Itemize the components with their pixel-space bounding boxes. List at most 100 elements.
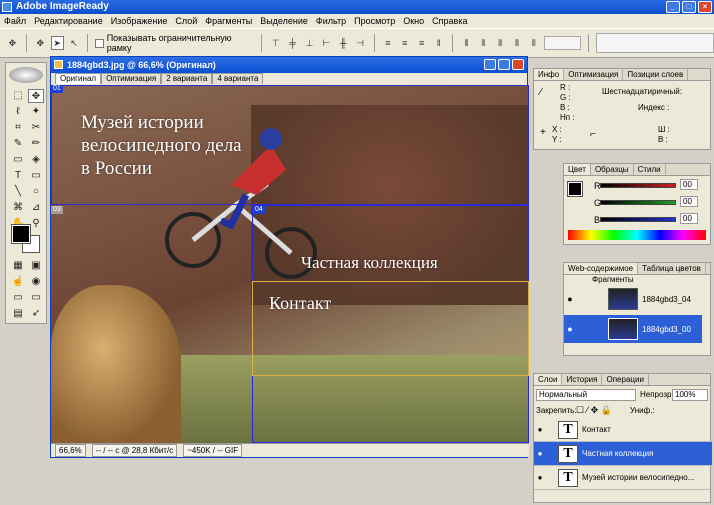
menu-help[interactable]: Справка	[432, 16, 467, 26]
magic-wand-icon[interactable]: ✦	[28, 105, 44, 119]
rectangle-tool-icon[interactable]: ▭	[28, 169, 44, 183]
tab-swatches[interactable]: Образцы	[591, 164, 634, 175]
move-plus-icon[interactable]: ✥	[34, 36, 47, 50]
align-bottom-icon[interactable]: ⊥	[303, 36, 316, 50]
g-value[interactable]: 00	[680, 196, 698, 207]
align-top-icon[interactable]: ⊤	[269, 36, 282, 50]
maximize-button[interactable]: □	[682, 1, 696, 13]
distribute-width-icon[interactable]: ⦀	[511, 36, 524, 50]
color-spectrum-bar[interactable]	[568, 230, 706, 240]
g-slider[interactable]	[600, 200, 676, 205]
tab-styles[interactable]: Стили	[634, 164, 666, 175]
text-tool-icon[interactable]: T	[10, 169, 26, 183]
pencil-tool-icon[interactable]: ✏	[28, 137, 44, 151]
tab-actions[interactable]: Операции	[602, 374, 649, 385]
image-map-tool-icon[interactable]: ⌘	[10, 201, 26, 215]
tab-4up[interactable]: 4 варианта	[212, 73, 264, 84]
web-item-04[interactable]: ● 1884gbd3_04	[564, 285, 702, 313]
screen-mode-icon[interactable]: ▭	[10, 291, 26, 305]
preview-in-browser-icon[interactable]: ◉	[28, 275, 44, 289]
move-tool-icon[interactable]: ✥	[6, 36, 19, 50]
doc-close-button[interactable]	[512, 59, 524, 70]
full-screen-icon[interactable]: ▭	[28, 291, 44, 305]
opacity-field[interactable]: 100%	[672, 389, 708, 401]
arrow-icon[interactable]: ➤	[50, 36, 64, 50]
distribute-space-icon[interactable]: ⦀	[527, 36, 540, 50]
menu-select[interactable]: Выделение	[260, 16, 308, 26]
menu-file[interactable]: Файл	[4, 16, 26, 26]
tab-2up[interactable]: 2 варианта	[161, 73, 213, 84]
crop-tool-icon[interactable]: ⌗	[10, 121, 26, 135]
toggle-slices-icon[interactable]: ▦	[10, 259, 26, 273]
distribute-left-icon[interactable]: ‖	[432, 36, 445, 50]
distribute-h-icon[interactable]: ⦀	[460, 36, 473, 50]
tab-optimize[interactable]: Оптимизация	[564, 69, 624, 80]
download-time[interactable]: -- / -- с @ 28,8 Кбит/с	[91, 444, 178, 457]
menu-image[interactable]: Изображение	[111, 16, 168, 26]
menu-edit[interactable]: Редактирование	[34, 16, 103, 26]
tab-original[interactable]: Оригинал	[55, 73, 102, 84]
blend-mode-select[interactable]: Нормальный	[536, 389, 636, 401]
arrow-alt-icon[interactable]: ↖	[68, 36, 81, 50]
tab-optimized[interactable]: Оптимизация	[101, 73, 162, 84]
distribute-right-icon[interactable]: ⦀	[494, 36, 507, 50]
file-size[interactable]: ~450K / -- GIF	[183, 444, 243, 457]
menu-layer[interactable]: Слой	[175, 16, 197, 26]
edit-in-photoshop-icon[interactable]: ▤	[10, 307, 26, 321]
eyedropper-tool-icon[interactable]: ⊿	[28, 201, 44, 215]
distribute-top-icon[interactable]: ≡	[381, 36, 394, 50]
slice-tool-icon[interactable]: ✂	[28, 121, 44, 135]
layer-row[interactable]: ● T Контакт	[534, 418, 712, 442]
b-slider[interactable]	[600, 217, 676, 222]
tab-info[interactable]: Инфо	[534, 69, 565, 80]
r-slider[interactable]	[600, 183, 676, 188]
minimize-button[interactable]: _	[666, 1, 680, 13]
align-hcenter-icon[interactable]: ╫	[337, 36, 350, 50]
layer-row[interactable]: ● T Музей истории велосипедно...	[534, 466, 712, 490]
tab-color-table[interactable]: Таблица цветов	[638, 263, 706, 274]
toggle-image-map-icon[interactable]: ▣	[28, 259, 44, 273]
zoom-level[interactable]: 66,6%	[55, 444, 86, 457]
b-value[interactable]: 00	[680, 213, 698, 224]
eye-icon[interactable]: ●	[534, 425, 546, 434]
align-left-icon[interactable]: ⊢	[320, 36, 333, 50]
distribute-vcenter-icon[interactable]: ≡	[398, 36, 411, 50]
line-tool-icon[interactable]: ╲	[10, 185, 26, 199]
doc-maximize-button[interactable]	[498, 59, 510, 70]
palette-well[interactable]	[595, 33, 714, 53]
distribute-hcenter-icon[interactable]: ⦀	[477, 36, 490, 50]
marquee-tool-icon[interactable]: ⬚	[10, 89, 26, 103]
brush-tool-icon[interactable]: ✎	[10, 137, 26, 151]
checkbox-box[interactable]	[95, 38, 104, 48]
r-value[interactable]: 00	[680, 179, 698, 190]
align-right-icon[interactable]: ⊣	[354, 36, 367, 50]
web-item-00[interactable]: ● 1884gbd3_00	[564, 315, 702, 343]
menu-filter[interactable]: Фильтр	[316, 16, 346, 26]
slice-bottom[interactable]	[252, 376, 529, 443]
eye-icon[interactable]: ●	[564, 294, 576, 304]
eye-icon[interactable]: ●	[534, 449, 546, 458]
rollover-preview-icon[interactable]: ☝	[10, 275, 26, 289]
tab-layer-positions[interactable]: Позиции слоев	[623, 69, 689, 80]
eye-icon[interactable]: ●	[564, 324, 576, 334]
panel-fg-swatch[interactable]	[567, 181, 583, 197]
eraser-tool-icon[interactable]: ▭	[10, 153, 26, 167]
lasso-tool-icon[interactable]: ℓ	[10, 105, 26, 119]
tab-history[interactable]: История	[562, 374, 603, 385]
move-tool-icon[interactable]: ✥	[28, 89, 44, 103]
tab-layers[interactable]: Слои	[534, 374, 563, 385]
tab-web-content[interactable]: Web-содержимое	[564, 263, 639, 274]
menu-slices[interactable]: Фрагменты	[205, 16, 252, 26]
show-bounds-checkbox[interactable]: Показывать ограничительную рамку	[95, 33, 244, 53]
doc-minimize-button[interactable]	[484, 59, 496, 70]
distribute-bottom-icon[interactable]: ≡	[415, 36, 428, 50]
close-button[interactable]: ×	[698, 1, 712, 13]
eye-icon[interactable]: ●	[534, 473, 546, 482]
tab-color[interactable]: Цвет	[564, 164, 591, 175]
lock-icons[interactable]: ☐ ⁄ ✥ 🔒	[576, 405, 612, 416]
menu-window[interactable]: Окно	[403, 16, 424, 26]
menu-view[interactable]: Просмотр	[354, 16, 395, 26]
align-vcenter-icon[interactable]: ╪	[286, 36, 299, 50]
layer-row[interactable]: ● T Частная коллекция	[534, 442, 712, 466]
bucket-tool-icon[interactable]: ◈	[28, 153, 44, 167]
